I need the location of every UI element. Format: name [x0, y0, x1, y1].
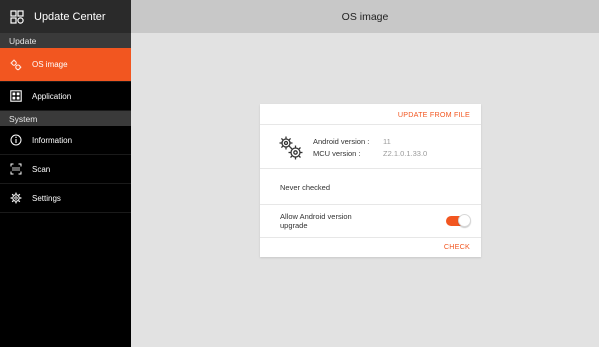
sidebar-item-label: Scan: [32, 164, 51, 174]
card-divider: [260, 237, 481, 238]
allow-upgrade-row: Allow Android version upgrade: [260, 204, 481, 237]
section-system-label: System: [9, 113, 38, 124]
toggle-knob: [458, 214, 471, 227]
sidebar-item-label: OS image: [32, 60, 68, 69]
sidebar-item-application[interactable]: Application: [0, 82, 131, 111]
sidebar-item-settings[interactable]: Settings: [0, 184, 131, 213]
sidebar-item-label: Settings: [32, 193, 61, 203]
sidebar-item-os-image[interactable]: OS image: [0, 48, 131, 82]
allow-upgrade-toggle[interactable]: [446, 214, 471, 227]
sidebar-header: Update Center: [0, 0, 131, 33]
status-row: Never checked: [260, 168, 481, 204]
check-button[interactable]: CHECK: [444, 242, 470, 251]
check-status-text: Never checked: [280, 183, 331, 192]
sidebar-item-information[interactable]: Information: [0, 126, 131, 155]
android-version-value: 11: [383, 137, 391, 146]
allow-upgrade-label: Allow Android version upgrade: [280, 212, 352, 230]
mcu-version-label: MCU version :: [313, 149, 361, 158]
update-center-app: Update Center Update OS image Applicatio…: [0, 0, 599, 347]
sidebar-item-label: Information: [32, 135, 73, 145]
mcu-version-value: Z2.1.0.1.33.0: [383, 149, 428, 158]
section-system: System: [0, 111, 131, 126]
gears-icon: [278, 135, 304, 161]
app-title: Update Center: [34, 10, 106, 23]
os-image-card: UPDATE FROM FILE Android version: 11 MC…: [260, 104, 481, 257]
page-title: OS image: [341, 10, 389, 23]
version-info-row: Android version : 11 MCU version : Z2.1.…: [260, 124, 481, 168]
version-grid: Android version : 11 MCU version : Z2.1.…: [313, 137, 427, 158]
sidebar-item-label: Application: [32, 91, 72, 101]
info-icon: [10, 134, 22, 146]
sidebar: Update Center Update OS image Applicatio…: [0, 0, 131, 347]
android-version-label: Android version :: [313, 137, 370, 146]
update-from-file-button[interactable]: UPDATE FROM FILE: [398, 110, 470, 119]
section-update: Update: [0, 33, 131, 48]
scan-icon: [10, 163, 22, 175]
section-update-label: Update: [9, 35, 37, 46]
sidebar-item-scan[interactable]: Scan: [0, 155, 131, 184]
settings-icon: [10, 192, 22, 204]
app-grid-icon: [10, 9, 24, 24]
application-icon: [10, 90, 22, 102]
top-bar: OS image: [131, 0, 599, 33]
os-image-icon: [10, 59, 22, 71]
